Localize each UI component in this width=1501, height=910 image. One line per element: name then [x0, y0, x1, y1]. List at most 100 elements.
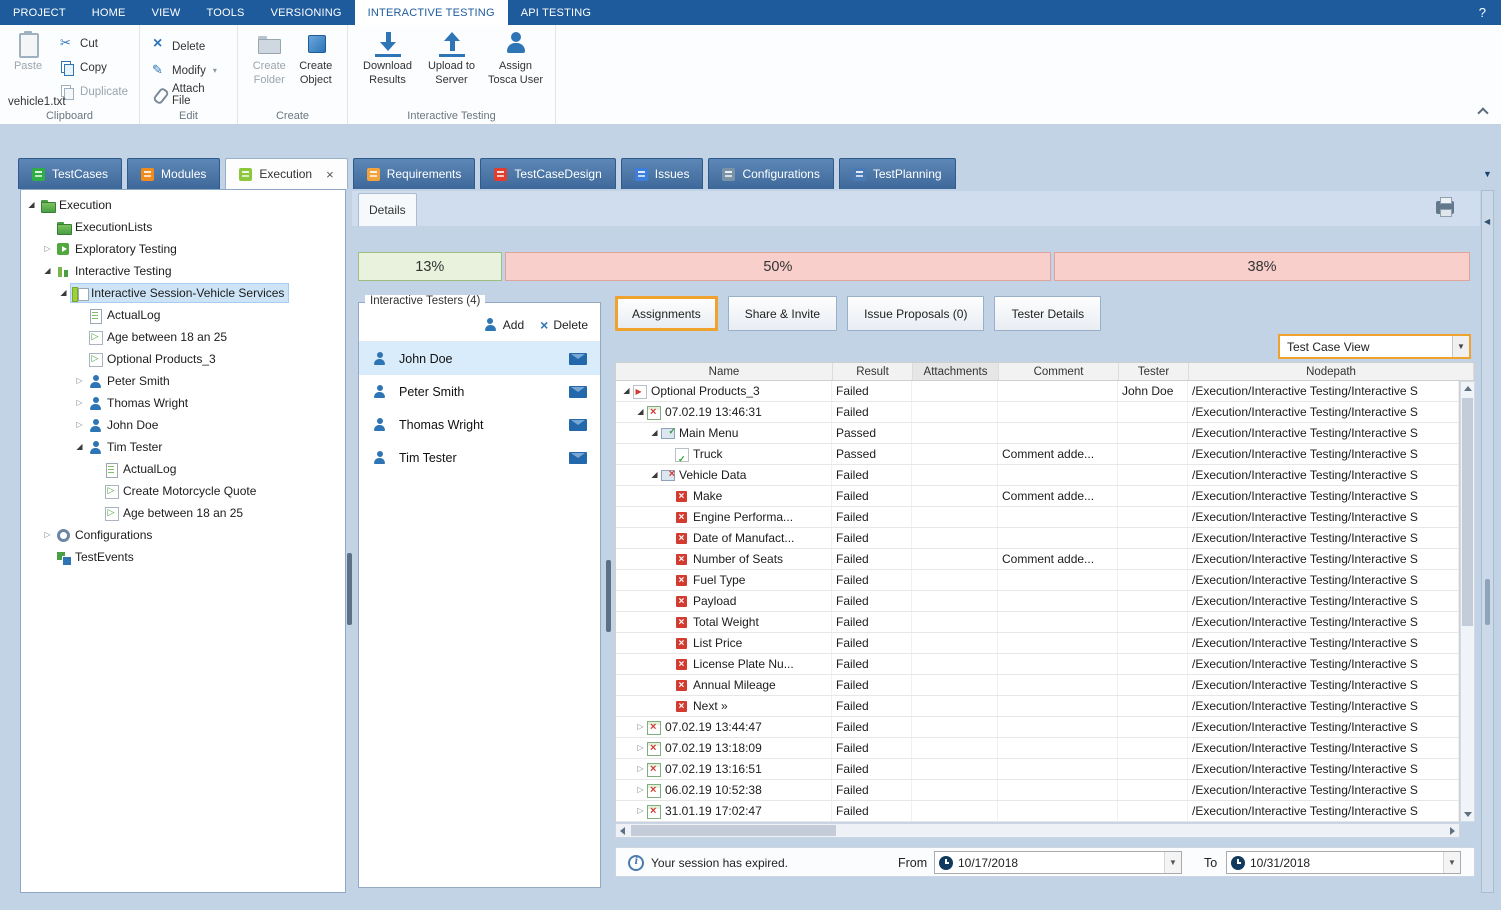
mail-icon[interactable]: [569, 353, 587, 365]
scroll-up-arrow[interactable]: [1464, 386, 1472, 391]
pane-tab-button[interactable]: Issue Proposals (0): [847, 296, 984, 331]
row-expand-arrow[interactable]: [634, 765, 647, 773]
print-button[interactable]: [1436, 201, 1454, 214]
tree-item[interactable]: Tim Tester: [21, 436, 345, 458]
table-row[interactable]: Optional Products_3 Failed John Doe /Exe…: [616, 381, 1459, 402]
vertical-scrollbar[interactable]: [1460, 381, 1475, 822]
table-row[interactable]: Truck Passed Comment adde... /Execution/…: [616, 444, 1459, 465]
document-tab[interactable]: Configurations ×: [708, 158, 833, 189]
help-button[interactable]: ?: [1464, 0, 1501, 25]
column-header[interactable]: Tester: [1119, 363, 1189, 380]
to-date-caret-icon[interactable]: ▼: [1443, 852, 1460, 873]
table-row[interactable]: List Price Failed /Execution/Interactive…: [616, 633, 1459, 654]
menu-tab[interactable]: TOOLS: [193, 0, 257, 25]
menu-tab[interactable]: HOME: [79, 0, 139, 25]
table-row[interactable]: 07.02.19 13:16:51 Failed /Execution/Inte…: [616, 759, 1459, 780]
from-date-caret-icon[interactable]: ▼: [1164, 852, 1181, 873]
table-row[interactable]: Annual Mileage Failed /Execution/Interac…: [616, 675, 1459, 696]
table-row[interactable]: Main Menu Passed /Execution/Interactive …: [616, 423, 1459, 444]
scroll-left-arrow[interactable]: [620, 827, 625, 835]
tree-item[interactable]: Create Motorcycle Quote: [21, 480, 345, 502]
tree-item[interactable]: Execution: [21, 194, 345, 216]
tree-item[interactable]: ActualLog: [21, 304, 345, 326]
table-row[interactable]: 06.02.19 10:52:38 Failed /Execution/Inte…: [616, 780, 1459, 801]
tree-item[interactable]: Thomas Wright: [21, 392, 345, 414]
chevron-down-icon[interactable]: ▼: [1452, 336, 1469, 357]
copy-button[interactable]: Copy: [56, 58, 131, 77]
document-tab[interactable]: TestCases ×: [18, 158, 122, 189]
table-row[interactable]: 31.01.19 17:02:47 Failed /Execution/Inte…: [616, 801, 1459, 822]
document-tab[interactable]: Requirements ×: [353, 158, 476, 189]
tree-expand-arrow[interactable]: [73, 377, 86, 385]
table-row[interactable]: Make Failed Comment adde... /Execution/I…: [616, 486, 1459, 507]
vertical-scroll-thumb[interactable]: [1462, 398, 1473, 626]
from-date-picker[interactable]: 10/17/2018 ▼: [934, 851, 1182, 874]
table-row[interactable]: 07.02.19 13:18:09 Failed /Execution/Inte…: [616, 738, 1459, 759]
tester-row[interactable]: Peter Smith: [359, 375, 600, 408]
scroll-down-arrow[interactable]: [1464, 812, 1472, 817]
collapse-ribbon-button[interactable]: [1479, 106, 1489, 116]
tree-expand-arrow[interactable]: [73, 399, 86, 407]
column-header[interactable]: Name: [616, 363, 833, 380]
menu-tab[interactable]: API TESTING: [508, 0, 604, 25]
tree-item[interactable]: John Doe: [21, 414, 345, 436]
row-expand-arrow[interactable]: [648, 429, 661, 437]
row-expand-arrow[interactable]: [634, 744, 647, 752]
table-row[interactable]: Vehicle Data Failed /Execution/Interacti…: [616, 465, 1459, 486]
mail-icon[interactable]: [569, 452, 587, 464]
view-mode-dropdown[interactable]: Test Case View ▼: [1278, 334, 1471, 359]
tree-expand-arrow[interactable]: [73, 421, 86, 429]
document-tab[interactable]: Modules ×: [127, 158, 220, 189]
tree-expand-arrow[interactable]: [57, 289, 70, 297]
table-row[interactable]: Number of Seats Failed Comment adde... /…: [616, 549, 1459, 570]
table-row[interactable]: 07.02.19 13:44:47 Failed /Execution/Inte…: [616, 717, 1459, 738]
tester-row[interactable]: Tim Tester: [359, 441, 600, 474]
table-row[interactable]: 07.02.19 13:46:31 Failed /Execution/Inte…: [616, 402, 1459, 423]
tree-expand-arrow[interactable]: [41, 531, 54, 539]
row-expand-arrow[interactable]: [634, 807, 647, 815]
row-expand-arrow[interactable]: [634, 408, 647, 416]
column-header[interactable]: Result: [833, 363, 913, 380]
tree-item[interactable]: ActualLog: [21, 458, 345, 480]
side-panel-grip[interactable]: [1485, 579, 1490, 625]
duplicate-button[interactable]: Duplicate: [56, 82, 131, 101]
tester-row[interactable]: Thomas Wright: [359, 408, 600, 441]
tree-splitter[interactable]: [347, 553, 352, 625]
pane-tab-button[interactable]: Assignments: [615, 296, 718, 331]
column-header[interactable]: Comment: [999, 363, 1119, 380]
tree-expand-arrow[interactable]: [73, 443, 86, 451]
table-row[interactable]: Date of Manufact... Failed /Execution/In…: [616, 528, 1459, 549]
pane-tab-button[interactable]: Tester Details: [994, 296, 1101, 331]
tree-item[interactable]: Interactive Session-Vehicle Services: [21, 282, 345, 304]
table-row[interactable]: Total Weight Failed /Execution/Interacti…: [616, 612, 1459, 633]
tree-item[interactable]: Interactive Testing: [21, 260, 345, 282]
menu-tab[interactable]: VERSIONING: [258, 0, 355, 25]
tree-item[interactable]: Age between 18 an 25: [21, 326, 345, 348]
tree-item[interactable]: TestEvents: [21, 546, 345, 568]
row-expand-arrow[interactable]: [634, 786, 647, 794]
row-expand-arrow[interactable]: [620, 387, 633, 395]
delete-tester-button[interactable]: × Delete: [540, 317, 588, 332]
tab-details[interactable]: Details: [358, 193, 417, 226]
document-tab[interactable]: TestCaseDesign ×: [480, 158, 615, 189]
mail-icon[interactable]: [569, 419, 587, 431]
tab-overflow-caret[interactable]: ▼: [1483, 169, 1492, 179]
column-header[interactable]: Nodepath: [1189, 363, 1474, 380]
cut-button[interactable]: Cut: [56, 34, 131, 53]
modify-dropdown-caret[interactable]: ▾: [213, 66, 217, 75]
tester-row[interactable]: John Doe: [359, 342, 600, 375]
horizontal-scroll-thumb[interactable]: [631, 825, 836, 836]
menu-tab[interactable]: INTERACTIVE TESTING: [355, 0, 508, 25]
delete-button[interactable]: Delete: [148, 37, 229, 56]
assign-tosca-user-button[interactable]: Assign Tosca User: [487, 28, 545, 88]
document-tab[interactable]: TestPlanning ×: [839, 158, 956, 189]
document-tab[interactable]: Issues ×: [621, 158, 704, 189]
mail-icon[interactable]: [569, 386, 587, 398]
table-row[interactable]: Payload Failed /Execution/Interactive Te…: [616, 591, 1459, 612]
create-object-button[interactable]: Create Object: [293, 28, 340, 88]
table-row[interactable]: Next » Failed /Execution/Interactive Tes…: [616, 696, 1459, 717]
tree-expand-arrow[interactable]: [41, 245, 54, 253]
document-tab[interactable]: Execution ×: [225, 158, 347, 189]
menu-tab[interactable]: PROJECT: [0, 0, 79, 25]
tree-item[interactable]: Optional Products_3: [21, 348, 345, 370]
